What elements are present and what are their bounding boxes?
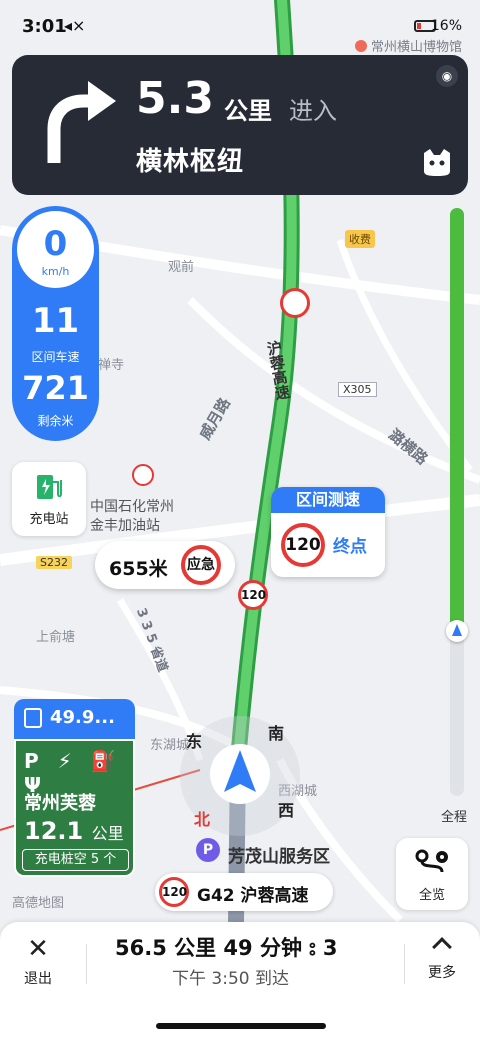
section-speed-limit: 120 [281, 523, 325, 567]
charging-station-button[interactable]: 充电站 [12, 462, 86, 536]
guidance-road: 横林枢纽 [136, 147, 245, 177]
service-area-pin-label: 芳茂山服务区 [228, 847, 330, 867]
road-code-x305: X305 [338, 382, 377, 397]
emergency-lane-bubble: 655米 应急 [95, 541, 235, 589]
divider-left [86, 944, 87, 984]
bottom-bar: ✕ 退出 56.5 公里 49 分钟 ⦂ 3 下午 3:50 到达 更多 [0, 922, 480, 1039]
current-road-limit: 120 [159, 877, 189, 907]
battery-tab-icon [24, 708, 42, 728]
map-label-shangyutang: 上俞塘 [36, 630, 76, 645]
home-indicator [156, 1023, 326, 1029]
guidance-unit: 公里 [224, 97, 272, 125]
emergency-distance: 655米 [109, 558, 168, 580]
section-speed-title: 区间测速 [271, 487, 385, 513]
emergency-lane-sign: 应急 [181, 545, 221, 585]
compass-south: 南 [268, 724, 285, 743]
poi-museum[interactable]: 常州横山博物馆 [354, 36, 462, 55]
route-progress-label: 全程 [441, 810, 468, 825]
compass-east: 东 [186, 732, 203, 751]
road-code-s232: S232 [36, 556, 72, 569]
chevron-up-icon [432, 937, 452, 957]
charging-station-icon [37, 475, 62, 499]
section-speed-label: 区间车速 [31, 350, 80, 364]
vehicle-arrow-icon [210, 744, 270, 804]
compass-north: 北 [194, 810, 211, 829]
close-icon: ✕ [27, 934, 49, 964]
assistant-avatar-icon[interactable] [420, 147, 454, 177]
speed-camera-icon [280, 288, 310, 318]
guidance-distance: 5.3 [136, 73, 214, 124]
turn-right-icon [47, 81, 116, 163]
service-area-distance: 12.1 公里 [24, 817, 124, 845]
current-speed-circle: 0 km/h [17, 211, 94, 288]
current-road-pill: 120 G42 沪蓉高速 [155, 873, 333, 911]
battery-value: 49.9... [50, 707, 115, 728]
route-progress-fill [450, 208, 464, 632]
guidance-card[interactable]: 5.3 公里 进入 横林枢纽 ◉ [12, 55, 468, 195]
route-overview-icon [415, 849, 448, 873]
gas-station-icon[interactable] [132, 464, 154, 486]
speed-limit-sign-map: 120 [238, 580, 268, 610]
current-road-name: G42 沪蓉高速 [197, 886, 309, 906]
battery-percent: 16% [430, 18, 462, 34]
overview-label: 全览 [418, 888, 445, 903]
status-time: 3:01 [22, 16, 67, 37]
arrival-time: 下午 3:50 到达 [172, 969, 289, 989]
map-label-chansi: 禅寺 [98, 358, 125, 373]
more-button[interactable]: 更多 [422, 936, 462, 982]
compass-west: 西 [278, 801, 295, 820]
poi-museum-label: 常州横山博物馆 [370, 40, 462, 55]
map-label-donghucheng: 东湖城 [150, 738, 190, 753]
gas-station-label: 中国石化常州 金丰加油站 [90, 499, 174, 534]
exit-button[interactable]: ✕ 退出 [18, 936, 58, 988]
broadcast-icon[interactable]: ◉ [436, 65, 458, 87]
speed-unit: km/h [41, 265, 70, 278]
battery-info-tab[interactable]: 49.9... [14, 699, 135, 739]
service-area-pin-icon[interactable]: P [196, 838, 220, 862]
mute-icon: ◂× [64, 16, 86, 35]
section-speed-end: 终点 [333, 537, 367, 557]
toll-label: 收费 [345, 230, 375, 248]
route-progress-bar[interactable] [446, 208, 468, 796]
remaining-label: 剩余米 [37, 414, 74, 428]
trip-summary: 56.5 公里 49 分钟 ⦂ 3 [115, 936, 338, 960]
brand-watermark: 高德地图 [12, 896, 65, 911]
service-area-card[interactable]: P ⚡ ⛽ Ψ 常州芙蓉 12.1 公里 充电桩空 5 个 [14, 739, 135, 877]
current-speed: 0 [43, 224, 68, 264]
more-label: 更多 [428, 965, 456, 981]
charging-pile-status: 充电桩空 5 个 [22, 849, 129, 871]
map-label-guanqian: 观前 [168, 260, 195, 275]
guidance-action: 进入 [289, 97, 337, 125]
overview-button[interactable]: 全览 [396, 838, 468, 910]
exit-label: 退出 [24, 971, 52, 987]
charging-station-label: 充电站 [29, 512, 69, 527]
divider-right [404, 944, 405, 984]
section-speed: 11 [31, 301, 80, 341]
section-speed-bubble: 区间测速 120 终点 [271, 487, 385, 577]
speed-panel: 0 km/h 11 区间车速 721 剩余米 [12, 206, 99, 441]
service-area-name: 常州芙蓉 [24, 793, 96, 814]
poi-pin-icon [354, 40, 367, 52]
remaining-distance: 721 [22, 369, 89, 407]
